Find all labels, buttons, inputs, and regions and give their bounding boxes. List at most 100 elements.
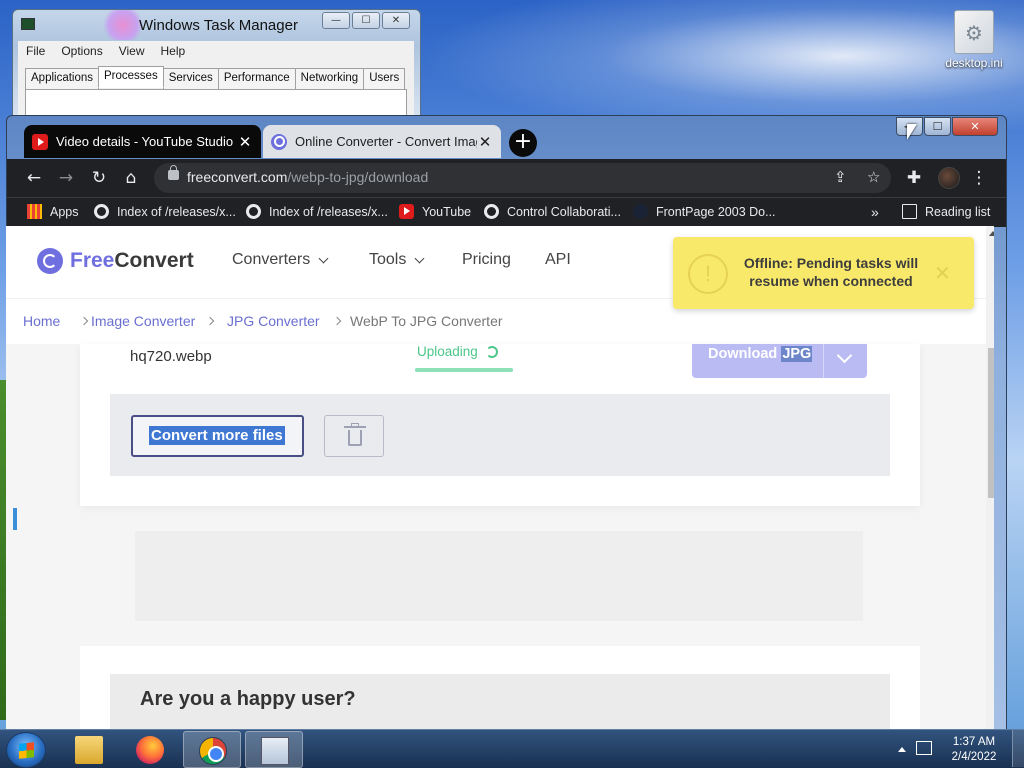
show-hidden-icons-icon[interactable] (898, 747, 906, 752)
github-icon (94, 204, 109, 219)
nav-api[interactable]: API (545, 251, 571, 269)
taskbar: 1:37 AM 2/4/2022 (0, 729, 1024, 768)
profile-avatar[interactable] (938, 167, 960, 189)
happy-user-card: Are you a happy user? (80, 646, 920, 730)
task-manager-app-icon (21, 18, 35, 30)
github-icon (246, 204, 261, 219)
file-card: hq720.webp Uploading Download JPG Conver… (80, 344, 920, 506)
tab-networking[interactable]: Networking (294, 68, 365, 90)
tab-processes[interactable]: Processes (98, 66, 164, 88)
taskbar-firefox[interactable] (121, 731, 179, 768)
forward-arrow-icon[interactable]: → (56, 168, 76, 188)
bookmark-control-collaboration[interactable]: Control Collaborati... (484, 204, 621, 219)
share-icon[interactable]: ⇪ (834, 168, 847, 186)
url-text[interactable]: freeconvert.com/webp-to-jpg/download (187, 169, 428, 185)
mouse-cursor-icon (907, 124, 917, 140)
task-manager-title: Windows Task Manager (139, 17, 298, 34)
close-tab-icon[interactable]: ✕ (237, 133, 253, 151)
settings-file-icon (954, 10, 994, 54)
scrollbar-thumb[interactable] (988, 348, 994, 498)
tab-performance[interactable]: Performance (217, 68, 296, 90)
tab-title: Online Converter - Convert Imag (295, 134, 477, 149)
warning-icon: ! (688, 254, 728, 294)
breadcrumb-jpg-converter[interactable]: JPG Converter (227, 313, 320, 329)
reading-list-button[interactable]: Reading list (902, 204, 990, 219)
minimize-button[interactable]: — (322, 12, 350, 29)
ad-placeholder (135, 531, 863, 621)
refresh-icon (485, 346, 498, 358)
network-icon[interactable] (916, 741, 932, 755)
close-button[interactable]: ✕ (382, 12, 410, 29)
taskbar-task-manager[interactable] (245, 731, 303, 768)
reading-list-icon (902, 204, 917, 219)
trash-icon-body (348, 430, 362, 446)
close-tab-icon[interactable]: ✕ (477, 133, 493, 151)
folder-icon (75, 736, 103, 764)
tab-applications[interactable]: Applications (25, 68, 100, 90)
bookmark-star-icon[interactable]: ☆ (867, 168, 880, 186)
tab-title: Video details - YouTube Studio (56, 134, 234, 149)
nav-converters[interactable]: Converters (232, 251, 329, 269)
tab-users[interactable]: Users (363, 68, 406, 90)
task-manager-icon (261, 737, 289, 765)
breadcrumb-image-converter[interactable]: Image Converter (91, 313, 195, 329)
menu-options[interactable]: Options (61, 41, 102, 61)
taskbar-explorer[interactable] (60, 731, 118, 768)
tab-youtube-studio[interactable]: Video details - YouTube Studio ✕ (24, 125, 261, 158)
task-manager-window[interactable]: Windows Task Manager — ☐ ✕ File Options … (12, 9, 421, 129)
address-bar[interactable]: freeconvert.com/webp-to-jpg/download ⇪ ☆ (154, 163, 891, 193)
bookmark-youtube[interactable]: YouTube (399, 204, 471, 219)
chevron-down-icon (318, 253, 329, 263)
extensions-puzzle-icon[interactable]: ✚ (904, 168, 924, 188)
delete-button[interactable] (324, 415, 384, 457)
menu-kebab-icon[interactable]: ⋮ (969, 168, 989, 188)
new-tab-button[interactable]: + (509, 129, 537, 157)
youtube-icon (399, 204, 414, 219)
offline-toast: ! Offline: Pending tasks will resume whe… (673, 237, 974, 309)
menu-file[interactable]: File (26, 41, 45, 61)
clock-date: 2/4/2022 (951, 751, 997, 763)
back-arrow-icon[interactable]: ← (24, 168, 44, 188)
lock-icon[interactable] (168, 165, 179, 180)
reload-icon[interactable]: ↻ (89, 168, 109, 188)
close-icon[interactable]: ✕ (934, 261, 951, 285)
happy-user-heading: Are you a happy user? (140, 688, 356, 710)
menu-view[interactable]: View (119, 41, 145, 61)
nav-tools[interactable]: Tools (369, 251, 425, 269)
tab-online-converter[interactable]: Online Converter - Convert Imag ✕ (263, 125, 501, 158)
chevron-down-icon[interactable] (823, 344, 867, 378)
start-button[interactable] (6, 732, 46, 768)
upload-status: Uploading (417, 344, 498, 359)
maximize-button[interactable]: ☐ (352, 12, 380, 29)
page-scrollbar[interactable] (986, 226, 994, 730)
bookmark-releases-2[interactable]: Index of /releases/x... (246, 204, 388, 219)
youtube-icon (32, 133, 48, 150)
bookmark-apps[interactable]: Apps (27, 204, 79, 219)
frontpage-icon (633, 204, 648, 219)
download-jpg-button[interactable]: Download JPG (692, 344, 867, 378)
menu-help[interactable]: Help (161, 41, 186, 61)
desktop-icon-label: desktop.ini (945, 56, 1003, 70)
chevron-down-icon (414, 253, 425, 263)
bookmarks-overflow-button[interactable]: » (871, 204, 879, 220)
bookmark-frontpage[interactable]: FrontPage 2003 Do... (633, 204, 776, 219)
desktop-icon-desktop-ini[interactable]: desktop.ini (942, 10, 1006, 70)
file-row: hq720.webp Uploading Download JPG (110, 344, 890, 394)
tab-services[interactable]: Services (162, 68, 219, 90)
show-desktop-button[interactable] (1012, 730, 1024, 767)
clock[interactable]: 1:37 AM 2/4/2022 (946, 735, 1002, 765)
convert-more-files-button[interactable]: Convert more files (131, 415, 304, 457)
task-manager-menubar: File Options View Help (18, 41, 414, 61)
progress-fill (415, 368, 513, 372)
browser-toolbar: ← → ↻ ⌂ freeconvert.com/webp-to-jpg/down… (7, 159, 1006, 197)
nav-pricing[interactable]: Pricing (462, 251, 511, 269)
taskbar-chrome[interactable] (183, 731, 241, 768)
freeconvert-logo[interactable]: Free Convert (37, 248, 194, 274)
chevron-right-icon (79, 316, 89, 326)
bookmark-releases-1[interactable]: Index of /releases/x... (94, 204, 236, 219)
breadcrumb-webp-to-jpg: WebP To JPG Converter (350, 313, 503, 329)
scroll-up-arrow-icon[interactable] (989, 231, 994, 236)
trash-icon (344, 423, 366, 428)
home-icon[interactable]: ⌂ (121, 168, 141, 188)
breadcrumb-home[interactable]: Home (23, 313, 60, 329)
